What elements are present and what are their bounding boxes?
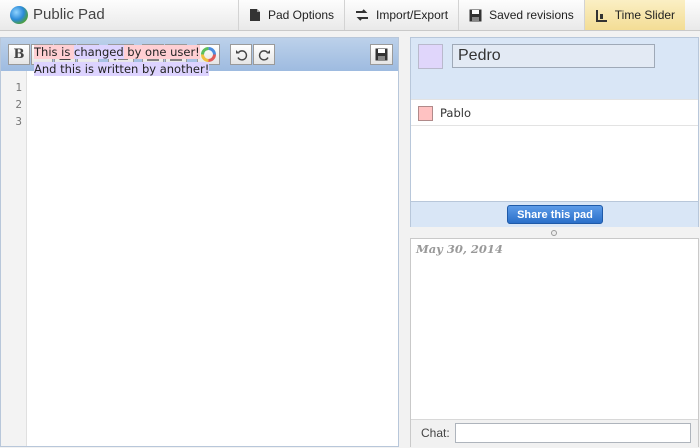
author-segment-pablo: by one user! <box>123 45 200 59</box>
chat-label: Chat: <box>421 426 450 440</box>
line-number-gutter: 1 2 3 <box>1 71 27 446</box>
chat-input[interactable] <box>455 423 691 443</box>
author-segment-pablo: This is <box>34 45 74 59</box>
undo-button[interactable] <box>230 44 252 65</box>
tab-pad-options[interactable]: Pad Options <box>238 0 344 30</box>
line-number: 2 <box>15 98 22 111</box>
chat-panel: May 30, 2014 Chat: <box>410 238 699 447</box>
save-revision-button[interactable] <box>370 44 393 65</box>
globe-logo-icon <box>10 6 28 24</box>
document-line[interactable] <box>34 78 209 95</box>
save-icon <box>469 9 482 21</box>
my-color-swatch[interactable] <box>418 44 443 69</box>
document-line[interactable]: And this is written by another! <box>34 61 210 78</box>
user-color-swatch <box>418 106 433 121</box>
editor-panel: B I U S <box>0 37 399 447</box>
users-panel: Pablo Share this pad <box>410 37 699 227</box>
tab-saved-revisions[interactable]: Saved revisions <box>458 0 584 30</box>
my-user-row <box>411 38 698 99</box>
my-name-input[interactable] <box>452 44 655 68</box>
top-tabs: Pad Options Import/Export Saved revision… <box>238 0 686 30</box>
author-segment-pedro: changed <box>74 45 124 59</box>
import-export-icon <box>356 9 369 21</box>
tab-time-slider[interactable]: Time Slider <box>583 0 686 30</box>
tab-label: Time Slider <box>614 8 676 22</box>
line-number: 3 <box>15 115 22 128</box>
chat-date: May 30, 2014 <box>416 242 503 256</box>
document-text[interactable]: This is changed by one user! And this is… <box>34 44 210 95</box>
line-number: 1 <box>15 81 22 94</box>
redo-button[interactable] <box>253 44 275 65</box>
top-bar: Public Pad Pad Options Import/Export Sav… <box>0 0 700 31</box>
author-segment-pedro: And this is written by another! <box>34 62 210 76</box>
redo-icon <box>258 50 270 61</box>
time-slider-icon <box>595 9 607 22</box>
save-icon <box>375 48 388 61</box>
share-bar: Share this pad <box>411 201 698 227</box>
panel-splitter-handle[interactable] <box>551 230 557 236</box>
bold-button[interactable]: B <box>8 44 30 65</box>
document-line[interactable]: This is changed by one user! <box>34 44 209 61</box>
share-pad-button[interactable]: Share this pad <box>507 205 603 224</box>
pad-title: Public Pad <box>33 6 105 23</box>
chat-input-bar: Chat: <box>411 419 698 447</box>
user-name: Pablo <box>440 106 471 120</box>
tab-import-export[interactable]: Import/Export <box>344 0 458 30</box>
user-list-item: Pablo <box>411 99 698 126</box>
tab-label: Import/Export <box>376 8 449 22</box>
tab-label: Pad Options <box>268 8 335 22</box>
wrench-icon <box>250 9 260 21</box>
undo-icon <box>235 50 247 61</box>
tab-label: Saved revisions <box>489 8 574 22</box>
